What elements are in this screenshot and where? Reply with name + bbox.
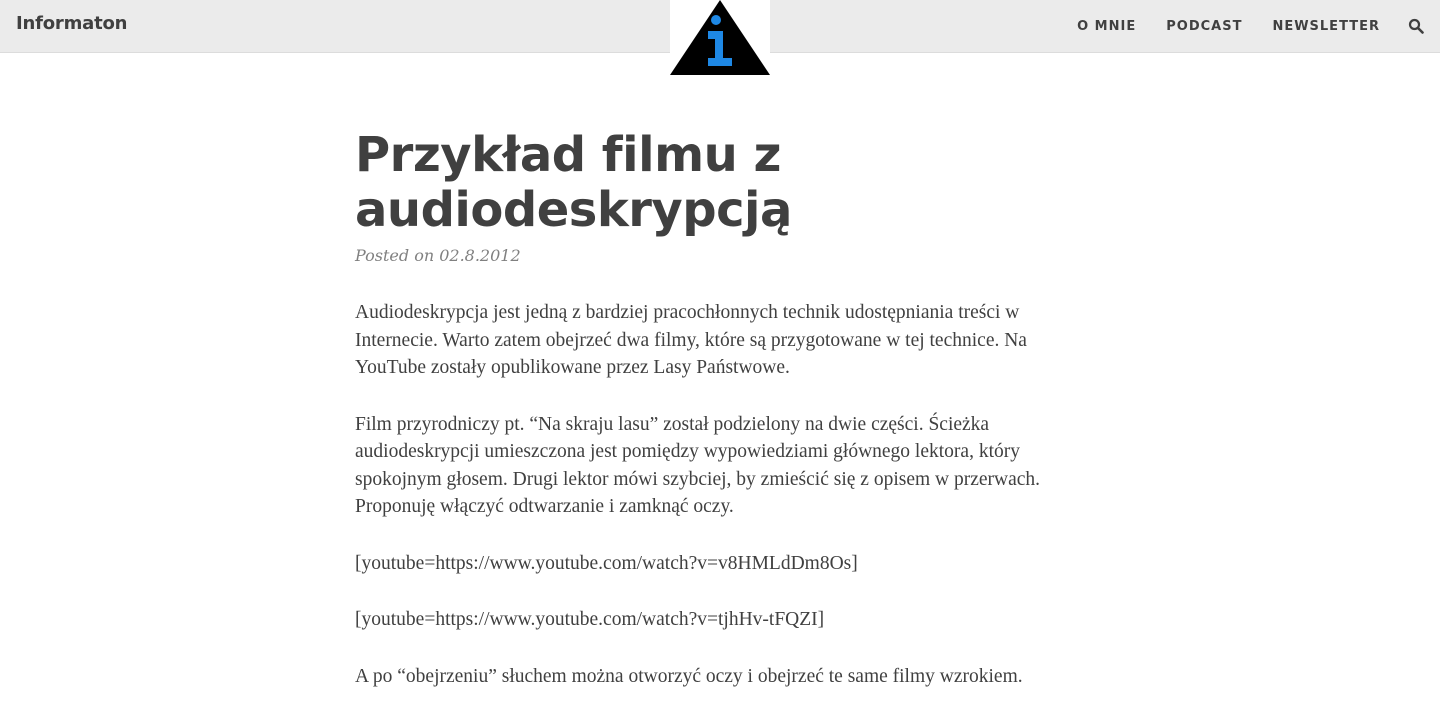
nav-link-o-mnie[interactable]: O MNIE <box>1077 19 1136 34</box>
top-navbar: Informaton O MNIE PODCAST NEWSLETTER <box>0 0 1440 76</box>
post-article: Przykład filmu z audiodeskrypcją Posted … <box>355 128 1085 719</box>
post-paragraph: Audiodeskrypcja jest jedną z bardziej pr… <box>355 302 1027 378</box>
site-brand-link[interactable]: Informaton <box>16 13 127 34</box>
post-paragraph: Film przyrodniczy pt. “Na skraju lasu” z… <box>355 413 1041 518</box>
post-paragraph: A po “obejrzeniu” słuchem można otworzyć… <box>355 665 1023 687</box>
post-title: Przykład filmu z audiodeskrypcją <box>355 127 792 238</box>
site-logo[interactable] <box>670 0 770 76</box>
youtube-shortcode: [youtube=https://www.youtube.com/watch?v… <box>355 609 825 630</box>
info-triangle-icon <box>670 0 770 75</box>
post-body: Audiodeskrypcja jest jedną z bardziej pr… <box>355 299 1085 690</box>
youtube-shortcode: [youtube=https://www.youtube.com/watch?v… <box>355 552 858 574</box>
main-nav: O MNIE PODCAST NEWSLETTER <box>1047 0 1380 53</box>
nav-link-newsletter[interactable]: NEWSLETTER <box>1272 19 1380 34</box>
post-date: Posted on 02.8.2012 <box>355 246 521 265</box>
search-icon <box>1408 18 1424 34</box>
search-button[interactable] <box>1408 18 1424 34</box>
nav-link-podcast[interactable]: PODCAST <box>1166 19 1242 34</box>
